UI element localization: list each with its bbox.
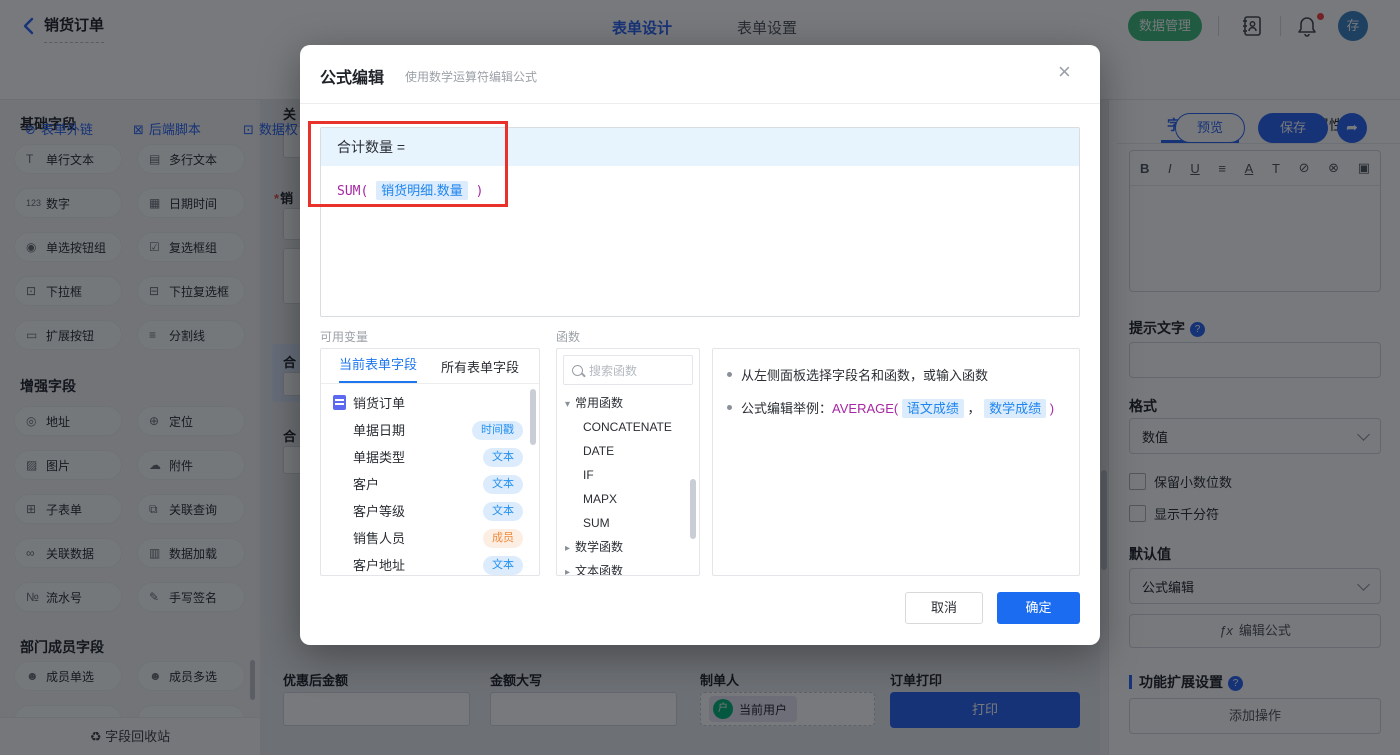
function-item[interactable]: DATE — [557, 439, 699, 463]
type-badge: 时间戳 — [472, 421, 523, 440]
tips-panel: 从左侧面板选择字段名和函数，或输入函数 公式编辑举例：AVERAGE( 语文成绩… — [712, 348, 1080, 576]
variables-label: 可用变量 — [320, 328, 368, 345]
example-token: 语文成绩 — [902, 399, 964, 418]
divider — [300, 103, 1100, 104]
variables-tabs: 当前表单字段 所有表单字段 — [321, 349, 539, 384]
annotation-rectangle — [308, 121, 508, 207]
confirm-button[interactable]: 确定 — [997, 592, 1080, 624]
close-icon[interactable]: × — [1058, 61, 1071, 83]
type-badge: 文本 — [483, 502, 523, 521]
functions-panel: 搜索函数 ▾常用函数 CONCATENATE DATE IF MAPX SUM … — [556, 348, 700, 576]
type-badge: 文本 — [483, 448, 523, 467]
functions-scrollbar[interactable] — [690, 479, 696, 539]
app: 销货订单 表单设计 表单设置 数据管理 存 ⊘表单外链 ⊠后端脚本 ⊡数据权 预… — [0, 0, 1400, 755]
tree-field-row[interactable]: 单据日期时间戳 — [321, 417, 539, 444]
caret-right-icon: ▸ — [565, 543, 570, 554]
type-badge: 文本 — [483, 475, 523, 494]
example-token: 数学成绩 — [984, 399, 1046, 418]
formula-editor-modal: 公式编辑 使用数学运算符编辑公式 × 合计数量 = SUM( 销货明细.数量 )… — [300, 45, 1100, 645]
type-badge: 成员 — [483, 529, 523, 548]
modal-subtitle: 使用数学运算符编辑公式 — [405, 68, 537, 85]
tree-root-form[interactable]: 销货订单 — [321, 390, 539, 417]
function-group-common[interactable]: ▾常用函数 — [557, 391, 699, 415]
function-item[interactable]: IF — [557, 463, 699, 487]
tip-line-1: 从左侧面板选择字段名和函数，或输入函数 — [727, 365, 1079, 384]
search-icon — [572, 365, 583, 376]
function-search-input[interactable]: 搜索函数 — [563, 355, 693, 385]
example-function: AVERAGE( — [832, 401, 898, 416]
tree-field-row[interactable]: 客户文本 — [321, 471, 539, 498]
functions-label: 函数 — [556, 328, 580, 345]
function-item[interactable]: MAPX — [557, 487, 699, 511]
bullet-icon — [727, 405, 732, 410]
variables-panel: 当前表单字段 所有表单字段 销货订单 单据日期时间戳 单据类型文本 客户文本 客… — [320, 348, 540, 576]
search-placeholder: 搜索函数 — [589, 362, 637, 379]
tree-field-row[interactable]: 客户地址文本 — [321, 552, 539, 576]
function-group-math[interactable]: ▸数学函数 — [557, 535, 699, 559]
form-doc-icon — [333, 395, 346, 410]
function-item[interactable]: CONCATENATE — [557, 415, 699, 439]
tree-field-row[interactable]: 客户等级文本 — [321, 498, 539, 525]
tab-current-form-fields[interactable]: 当前表单字段 — [339, 349, 417, 383]
modal-title: 公式编辑 — [320, 64, 384, 88]
tab-all-form-fields[interactable]: 所有表单字段 — [441, 357, 519, 376]
caret-right-icon: ▸ — [565, 567, 570, 576]
cancel-button[interactable]: 取消 — [905, 592, 983, 624]
function-group-text[interactable]: ▸文本函数 — [557, 559, 699, 576]
bullet-icon — [727, 372, 732, 377]
tip-line-2: 公式编辑举例：AVERAGE( 语文成绩 ， 数学成绩 ) — [727, 398, 1079, 417]
variables-scrollbar[interactable] — [530, 389, 536, 445]
caret-down-icon: ▾ — [565, 399, 570, 410]
type-badge: 文本 — [483, 556, 523, 575]
function-item[interactable]: SUM — [557, 511, 699, 535]
tree-field-row[interactable]: 销售人员成员 — [321, 525, 539, 552]
tree-field-row[interactable]: 单据类型文本 — [321, 444, 539, 471]
